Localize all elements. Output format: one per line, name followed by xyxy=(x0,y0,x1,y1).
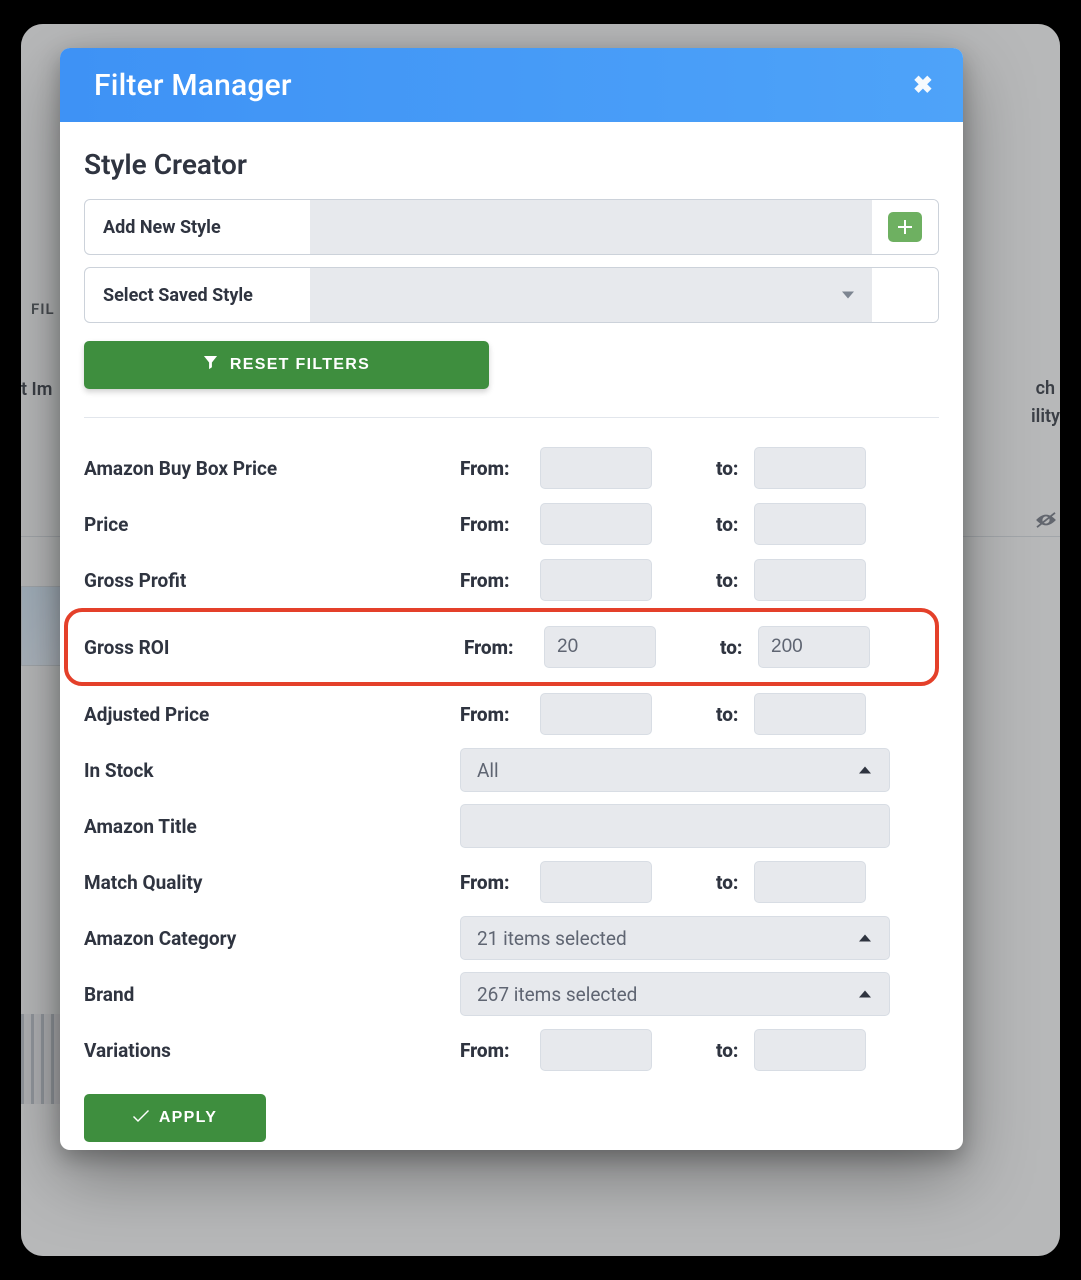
apply-button[interactable]: APPLY xyxy=(84,1094,266,1142)
filter-variations: Variations From: to: xyxy=(84,1022,939,1078)
select-saved-style-label: Select Saved Style xyxy=(85,268,310,322)
filter-in-stock: In Stock All xyxy=(84,742,939,798)
to-label: to: xyxy=(716,457,754,480)
filter-match-quality: Match Quality From: to: xyxy=(84,854,939,910)
from-input[interactable] xyxy=(544,626,656,668)
plus-icon xyxy=(888,212,922,242)
filter-label: Price xyxy=(84,513,460,536)
filter-label: Amazon Title xyxy=(84,815,460,838)
from-input[interactable] xyxy=(540,559,652,601)
from-input[interactable] xyxy=(540,503,652,545)
check-icon xyxy=(133,1109,149,1127)
from-input[interactable] xyxy=(540,861,652,903)
select-saved-style-row: Select Saved Style xyxy=(84,267,939,323)
to-input[interactable] xyxy=(754,559,866,601)
to-input[interactable] xyxy=(754,503,866,545)
funnel-icon xyxy=(203,355,218,375)
filter-adjusted-price: Adjusted Price From: to: xyxy=(84,686,939,742)
filter-label: Gross ROI xyxy=(84,636,464,659)
add-new-style-row: Add New Style xyxy=(84,199,939,255)
filter-label: Amazon Buy Box Price xyxy=(84,457,460,480)
to-label: to: xyxy=(716,871,754,894)
chevron-up-icon xyxy=(859,991,871,998)
filter-label: In Stock xyxy=(84,759,460,782)
to-label: to: xyxy=(716,1039,754,1062)
filter-amazon-buy-box-price: Amazon Buy Box Price From: to: xyxy=(84,440,939,496)
filter-gross-roi: Gross ROI From: to: xyxy=(64,608,939,686)
amazon-category-selected: 21 items selected xyxy=(477,927,627,950)
modal-title: Filter Manager xyxy=(94,68,292,103)
to-input[interactable] xyxy=(758,626,870,668)
from-input[interactable] xyxy=(540,447,652,489)
filter-label: Brand xyxy=(84,983,460,1006)
chevron-up-icon xyxy=(859,767,871,774)
saved-style-action-button[interactable] xyxy=(872,268,938,322)
filter-label: Amazon Category xyxy=(84,927,460,950)
from-label: From: xyxy=(460,513,540,536)
filter-brand: Brand 267 items selected xyxy=(84,966,939,1022)
from-label: From: xyxy=(460,1039,540,1062)
to-label: to: xyxy=(716,569,754,592)
filter-label: Match Quality xyxy=(84,871,460,894)
amazon-category-select[interactable]: 21 items selected xyxy=(460,916,890,960)
modal-header: Filter Manager ✖ xyxy=(60,48,963,122)
in-stock-select[interactable]: All xyxy=(460,748,890,792)
filter-amazon-category: Amazon Category 21 items selected xyxy=(84,910,939,966)
filter-label: Adjusted Price xyxy=(84,703,460,726)
to-label: to: xyxy=(716,703,754,726)
reset-filters-label: RESET FILTERS xyxy=(230,356,370,374)
from-input[interactable] xyxy=(540,693,652,735)
select-saved-style-dropdown[interactable] xyxy=(310,268,872,322)
filters-list: Amazon Buy Box Price From: to: Price Fro… xyxy=(84,440,939,1078)
style-creator-heading: Style Creator xyxy=(84,148,939,181)
section-divider xyxy=(84,417,939,418)
to-input[interactable] xyxy=(754,861,866,903)
filter-gross-profit: Gross Profit From: to: xyxy=(84,552,939,608)
to-label: to: xyxy=(716,513,754,536)
filter-price: Price From: to: xyxy=(84,496,939,552)
amazon-title-input[interactable] xyxy=(460,804,890,848)
filter-manager-modal: Filter Manager ✖ Style Creator Add New S… xyxy=(60,48,963,1150)
modal-body: Style Creator Add New Style Select Saved… xyxy=(60,122,963,1150)
reset-filters-button[interactable]: RESET FILTERS xyxy=(84,341,489,389)
from-label: From: xyxy=(460,569,540,592)
brand-selected: 267 items selected xyxy=(477,983,637,1006)
filter-label: Variations xyxy=(84,1039,460,1062)
filter-amazon-title: Amazon Title xyxy=(84,798,939,854)
brand-select[interactable]: 267 items selected xyxy=(460,972,890,1016)
add-style-button[interactable] xyxy=(872,200,938,254)
filter-label: Gross Profit xyxy=(84,569,460,592)
chevron-up-icon xyxy=(859,935,871,942)
close-icon[interactable]: ✖ xyxy=(913,71,933,99)
add-new-style-input[interactable] xyxy=(310,200,872,254)
from-input[interactable] xyxy=(540,1029,652,1071)
to-input[interactable] xyxy=(754,693,866,735)
from-label: From: xyxy=(460,703,540,726)
from-label: From: xyxy=(464,636,544,659)
in-stock-selected: All xyxy=(477,759,499,782)
to-input[interactable] xyxy=(754,1029,866,1071)
apply-label: APPLY xyxy=(159,1109,217,1127)
chevron-down-icon xyxy=(842,292,854,299)
add-new-style-label: Add New Style xyxy=(85,200,310,254)
to-label: to: xyxy=(720,636,758,659)
from-label: From: xyxy=(460,871,540,894)
from-label: From: xyxy=(460,457,540,480)
to-input[interactable] xyxy=(754,447,866,489)
